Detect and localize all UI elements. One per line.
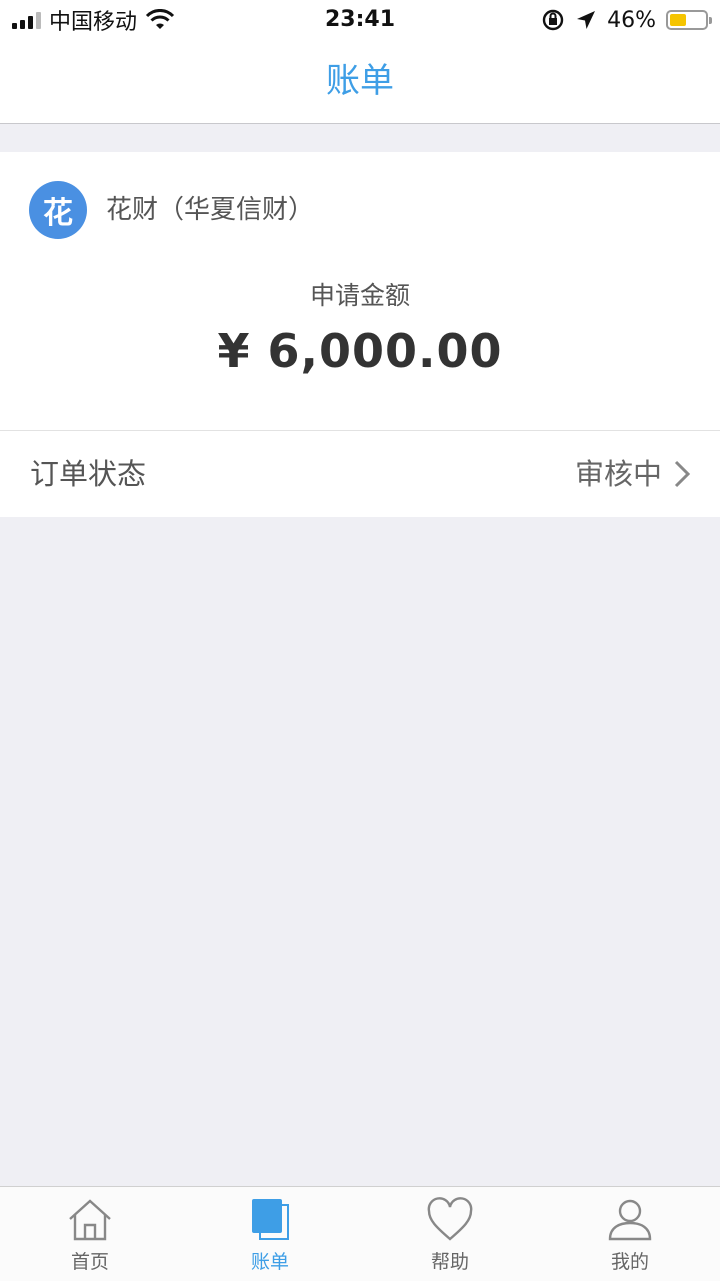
battery-percent: 46%: [607, 7, 656, 33]
order-status-row[interactable]: 订单状态 审核中: [0, 430, 720, 517]
tab-bill[interactable]: 账单: [180, 1187, 360, 1281]
battery-icon: [666, 10, 712, 30]
loan-card: 花 花财（华夏信财） 申请金额 ¥ 6,000.00: [0, 152, 720, 430]
tab-bar: 首页 账单 帮助 我的: [0, 1186, 720, 1281]
user-icon: [608, 1199, 652, 1241]
tab-mine[interactable]: 我的: [540, 1187, 720, 1281]
rotation-lock-icon: [542, 9, 564, 31]
tab-mine-label: 我的: [610, 1251, 649, 1273]
amount-value: ¥ 6,000.00: [217, 324, 503, 378]
nav-bar: 账单: [0, 40, 720, 124]
bill-icon: [252, 1199, 289, 1240]
home-icon: [69, 1199, 111, 1241]
heart-icon: [427, 1197, 473, 1241]
lender-logo: 花: [29, 181, 87, 239]
order-status-value: 审核中: [574, 457, 662, 491]
tab-help[interactable]: 帮助: [360, 1187, 540, 1281]
battery-fill: [670, 14, 686, 26]
tab-help-label: 帮助: [430, 1251, 469, 1273]
chevron-right-icon: [674, 460, 691, 488]
page-title: 账单: [326, 61, 394, 101]
tab-home-label: 首页: [70, 1251, 109, 1273]
amount-label: 申请金额: [309, 281, 410, 310]
tab-home[interactable]: 首页: [0, 1187, 180, 1281]
status-right: 46%: [541, 0, 712, 40]
order-status-label: 订单状态: [30, 457, 147, 491]
lender-name: 花财（华夏信财）: [106, 195, 315, 225]
tab-bill-label: 账单: [250, 1251, 289, 1273]
location-icon: [577, 11, 596, 29]
status-bar: 中国移动 23:41 46%: [0, 0, 720, 40]
